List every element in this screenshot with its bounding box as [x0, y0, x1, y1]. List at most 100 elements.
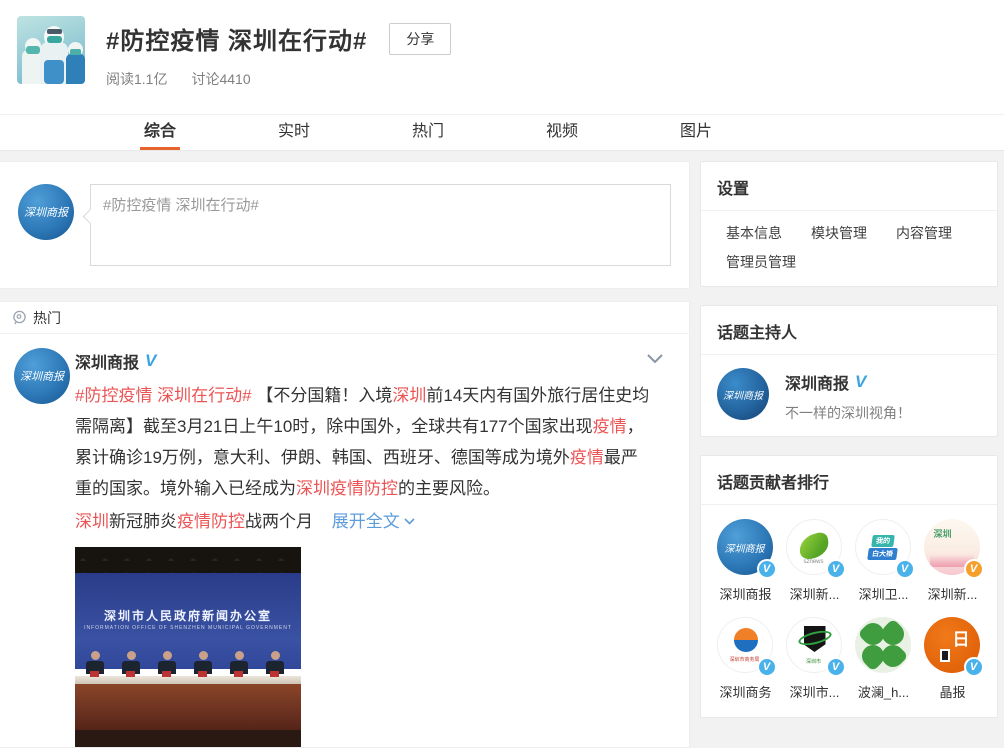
name-card — [234, 671, 243, 677]
tab-实时[interactable]: 实时 — [256, 115, 332, 150]
topic-link[interactable]: 疫情 — [593, 417, 627, 436]
settings-link-基本信息[interactable]: 基本信息 — [726, 223, 811, 243]
post-header: 深圳商报 V — [75, 350, 661, 372]
speaker-head — [127, 651, 136, 660]
contributor-name: 深圳新... — [928, 584, 978, 603]
contributor-name: 深圳卫... — [859, 584, 909, 603]
speaker-head — [91, 651, 100, 660]
settings-link-内容管理[interactable]: 内容管理 — [896, 223, 981, 243]
composer-user-avatar[interactable]: 深圳商报 — [18, 184, 74, 240]
avatar-label: 我的 — [871, 535, 895, 547]
tab-图片[interactable]: 图片 — [658, 115, 734, 150]
contributor-深圳商务[interactable]: 深圳市商务局V 深圳商务 — [711, 617, 780, 701]
text-segment: 战两个月 — [245, 512, 313, 531]
topic-link[interactable]: #防控疫情 深圳在行动# — [75, 386, 252, 405]
contributor-avatar: 日V — [924, 617, 982, 675]
post-more-text: 深圳新冠肺炎疫情防控战两个月 — [75, 512, 313, 531]
contributor-name: 深圳商报 — [719, 584, 771, 603]
medic-mask — [26, 46, 40, 54]
name-card — [198, 671, 207, 677]
swirl-icon — [734, 640, 758, 652]
text-segment: 【不分国籍！入境 — [252, 386, 393, 405]
contributor-深圳卫...[interactable]: 我的白大褂V深圳卫... — [849, 519, 918, 603]
topic-tab-bar: 综合 实时 热门 视频 图片 — [0, 115, 1004, 151]
settings-link-模块管理[interactable]: 模块管理 — [811, 223, 896, 243]
post-author-name[interactable]: 深圳商报 — [75, 349, 139, 373]
host-name[interactable]: 深圳商报 — [785, 370, 849, 394]
verified-icon: V — [145, 351, 156, 371]
tab-热门[interactable]: 热门 — [390, 115, 466, 150]
contributor-深圳新...[interactable]: sznewsV深圳新... — [780, 519, 849, 603]
post-author-avatar[interactable]: 深圳商报 — [14, 348, 70, 404]
post-text: #防控疫情 深圳在行动# 【不分国籍！入境深圳前14天内有国外旅行居住史均需隔离… — [75, 380, 653, 504]
share-button[interactable]: 分享 — [389, 23, 451, 55]
photo-caption-en: INFORMATION OFFICE OF SHENZHEN MUNICIPAL… — [75, 625, 301, 631]
contributor-avatar: 深圳市V — [786, 617, 844, 675]
tab-综合[interactable]: 综合 — [122, 115, 198, 150]
name-card — [126, 671, 135, 677]
topic-header: #防控疫情 深圳在行动# 分享 阅读1.1亿 讨论4410 — [0, 0, 1004, 115]
tab-视频[interactable]: 视频 — [524, 115, 600, 150]
contributor-深圳新...[interactable]: 深圳 V 深圳新... — [918, 519, 987, 603]
chevron-down-icon — [647, 354, 663, 363]
speaker-head — [235, 651, 244, 660]
host-description: 不一样的深圳视角！ — [785, 403, 911, 423]
contributor-name: 深圳商务 — [719, 682, 771, 701]
contributor-波澜_h...[interactable]: 波澜_h... — [849, 617, 918, 701]
avatar-label: 日 — [953, 625, 970, 650]
topic-link[interactable]: 深圳 — [392, 386, 426, 405]
topic-host-title: 话题主持人 — [701, 306, 997, 355]
page-title: #防控疫情 深圳在行动# — [106, 21, 367, 56]
clover-photo — [855, 617, 911, 673]
contributor-晶报[interactable]: 日V 晶报 — [918, 617, 987, 701]
contributor-avatar: 深圳市商务局V — [717, 617, 775, 675]
medic-goggles — [47, 29, 62, 34]
discussions-count: 讨论4410 — [191, 69, 250, 89]
name-card — [162, 671, 171, 677]
settings-link-管理员管理[interactable]: 管理员管理 — [726, 252, 811, 272]
medic-figure — [66, 54, 85, 84]
topic-link[interactable]: 深圳疫情防控 — [296, 479, 398, 498]
contributors-grid: 深圳商报V深圳商报sznewsV深圳新...我的白大褂V深圳卫...深圳V深圳新… — [701, 505, 997, 717]
photo-table-front — [75, 684, 301, 730]
weibo-post: 深圳商报 深圳商报 V #防控疫情 深圳在行动# 【不分国籍！入境深圳前14天内… — [0, 334, 689, 747]
contributors-card: 话题贡献者排行 深圳商报V深圳商报sznewsV深圳新...我的白大褂V深圳卫.… — [700, 455, 998, 718]
compose-input[interactable]: #防控疫情 深圳在行动# — [90, 184, 671, 266]
post-collapse-button[interactable] — [647, 350, 663, 368]
contributor-name: 深圳新... — [790, 584, 840, 603]
host-avatar[interactable]: 深圳商报 — [717, 368, 769, 420]
contributors-title: 话题贡献者排行 — [701, 456, 997, 505]
avatar-label: 深圳 — [934, 527, 952, 540]
contributor-深圳市...[interactable]: 深圳市V深圳市... — [780, 617, 849, 701]
medic-mask — [47, 36, 62, 43]
composer: 深圳商报 #防控疫情 深圳在行动# — [0, 161, 690, 289]
post-more-line: 深圳新冠肺炎疫情防控战两个月 展开全文 — [75, 506, 661, 537]
hot-section-header: 热门 — [0, 302, 689, 334]
reads-count: 阅读1.1亿 — [106, 69, 167, 89]
verified-icon: V — [855, 372, 866, 392]
compose-text: #防控疫情 深圳在行动# — [103, 197, 259, 214]
settings-links: 基本信息模块管理内容管理管理员管理 — [701, 211, 997, 286]
expand-full-text-link[interactable]: 展开全文 — [332, 512, 416, 531]
contributor-name: 波澜_h... — [858, 682, 909, 701]
hot-pin-icon — [12, 310, 27, 325]
photo-floor — [75, 730, 301, 747]
medic-mask — [70, 49, 81, 55]
speaker-head — [163, 651, 172, 660]
contributor-深圳商报[interactable]: 深圳商报V深圳商报 — [711, 519, 780, 603]
post-photo-press-conference[interactable]: 深圳市人民政府新闻办公室 INFORMATION OFFICE OF SHENZ… — [75, 547, 301, 747]
verified-badge-blue: V — [826, 657, 846, 677]
avatar-label: 深圳商报 — [725, 540, 765, 555]
swirl-icon — [734, 628, 758, 640]
photo-ceiling — [75, 547, 301, 573]
contributor-avatar — [855, 617, 913, 675]
photo-caption-cn: 深圳市人民政府新闻办公室 — [75, 607, 301, 624]
verified-badge-orange: V — [964, 559, 984, 579]
avatar-label: 深圳商报 — [723, 387, 763, 402]
topic-link[interactable]: 疫情防控 — [177, 512, 245, 531]
contributor-name: 晶报 — [939, 682, 965, 701]
topic-link[interactable]: 深圳 — [75, 512, 109, 531]
topic-link[interactable]: 疫情 — [570, 448, 604, 467]
verified-badge-blue: V — [895, 559, 915, 579]
name-card — [270, 671, 279, 677]
